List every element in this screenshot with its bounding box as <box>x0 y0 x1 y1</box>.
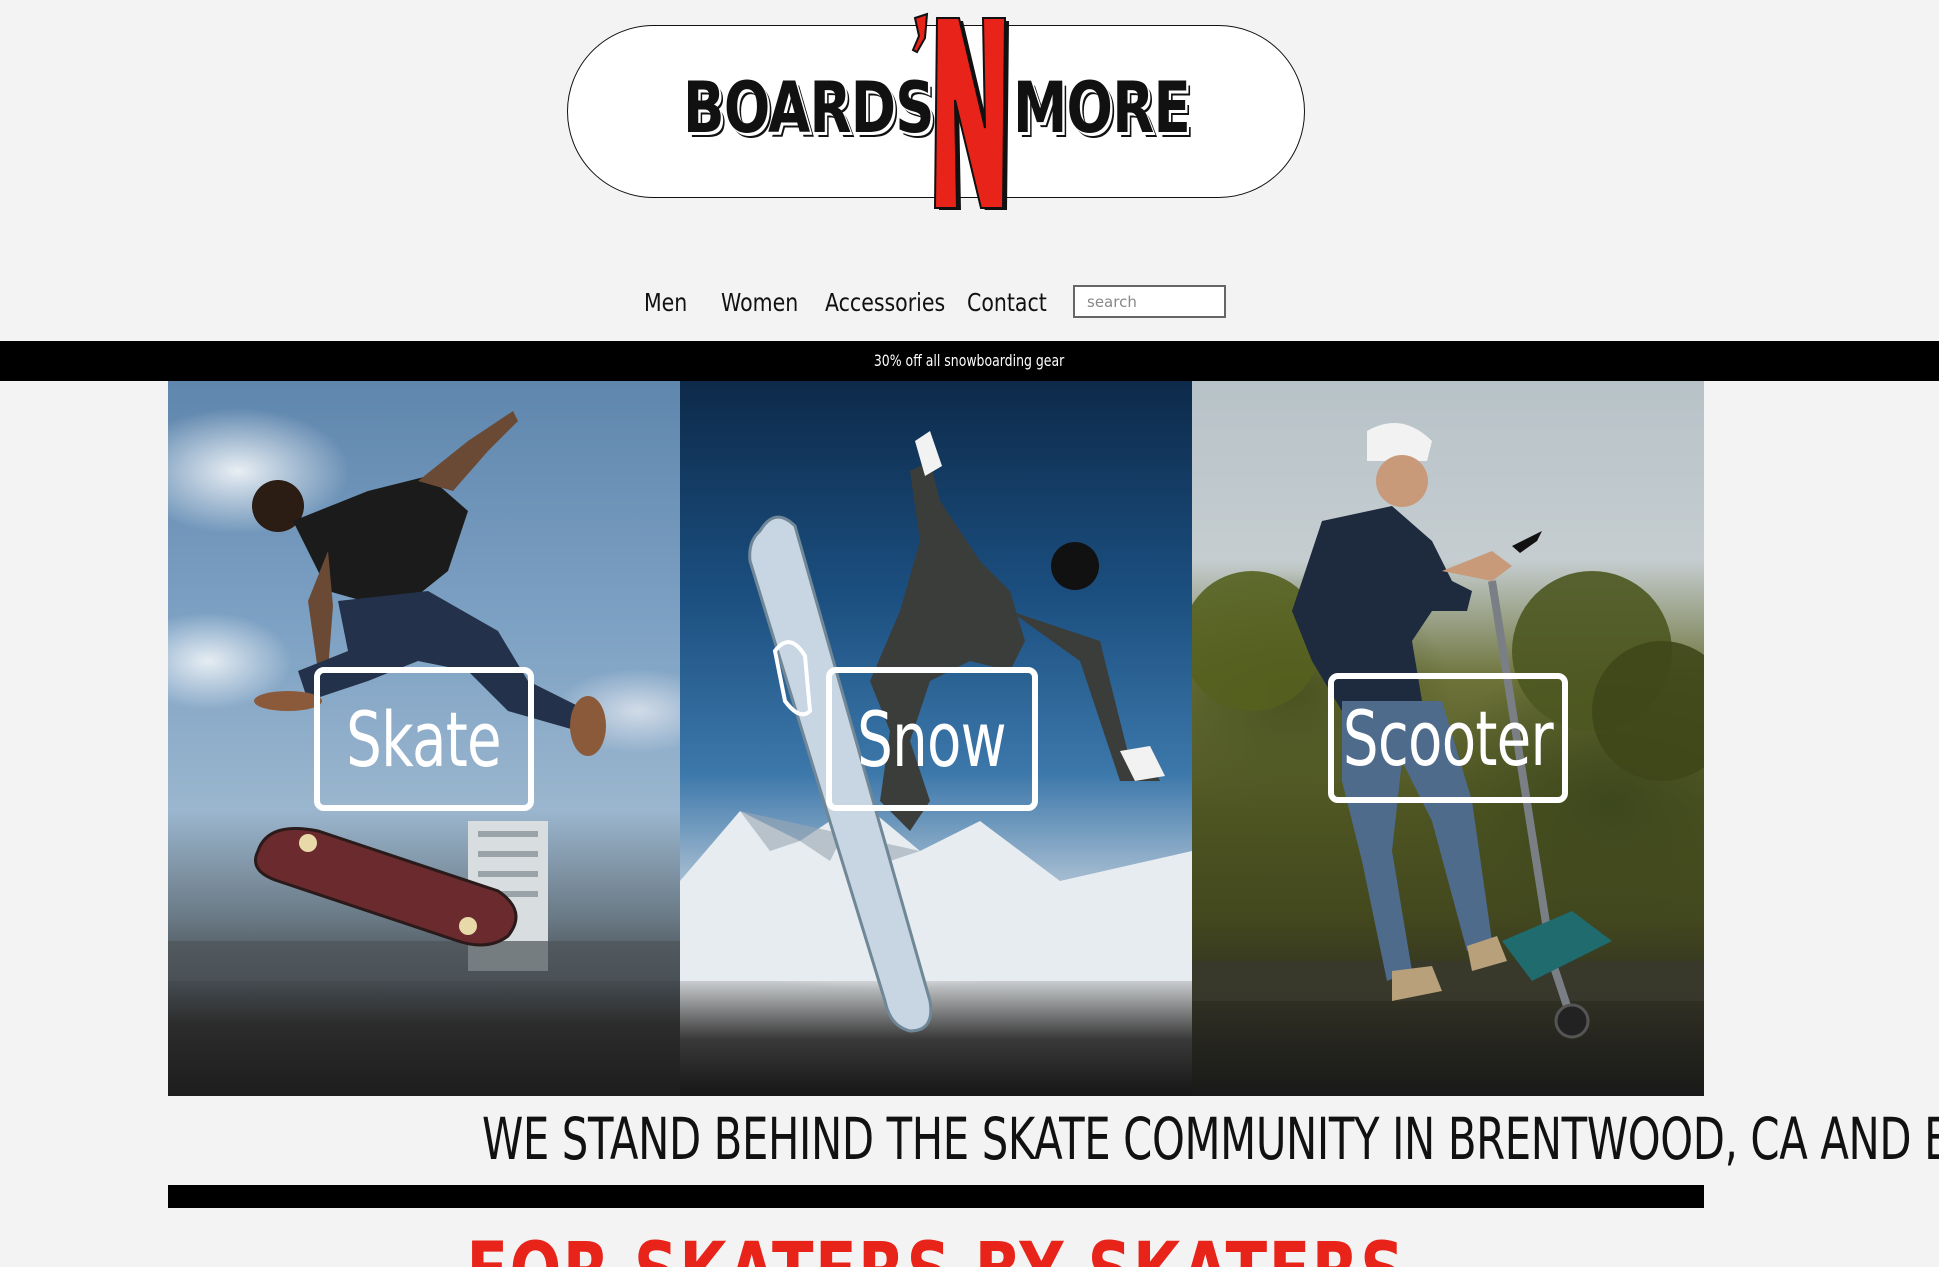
category-label-scooter[interactable]: Scooter <box>1328 673 1568 803</box>
main-nav: Men Women Accessories Contact <box>0 282 1939 322</box>
section-divider <box>168 1185 1704 1208</box>
logo-n-mark <box>911 12 1009 210</box>
brand-logo[interactable]: BOARDS MORE <box>567 12 1305 210</box>
logo-text-boards: BOARDS <box>683 67 935 149</box>
search-input[interactable] <box>1073 285 1226 318</box>
category-panel-scooter[interactable]: Scooter <box>1192 381 1704 1096</box>
category-label-snow[interactable]: Snow <box>826 667 1038 811</box>
category-panel-snow[interactable]: Snow <box>680 381 1192 1096</box>
category-panel-skate[interactable]: Skate <box>168 381 680 1096</box>
logo-text-more: MORE <box>1013 67 1191 149</box>
nav-item-accessories[interactable]: Accessories <box>825 288 945 317</box>
nav-item-contact[interactable]: Contact <box>967 288 1047 317</box>
category-hero: Skate Snow Scooter <box>168 381 1704 1096</box>
slogan-heading: FOR SKATERS BY SKATERS <box>168 1227 1704 1267</box>
category-label-skate[interactable]: Skate <box>314 667 534 811</box>
nav-item-women[interactable]: Women <box>721 288 798 317</box>
promo-banner: 30% off all snowboarding gear <box>0 341 1939 381</box>
page: BOARDS MORE Men Women Accessories Contac… <box>0 0 1939 1267</box>
community-tagline: WE STAND BEHIND THE SKATE COMMUNITY IN B… <box>481 1105 1939 1173</box>
promo-text: 30% off all snowboarding gear <box>874 351 1065 370</box>
nav-item-men[interactable]: Men <box>644 288 687 317</box>
